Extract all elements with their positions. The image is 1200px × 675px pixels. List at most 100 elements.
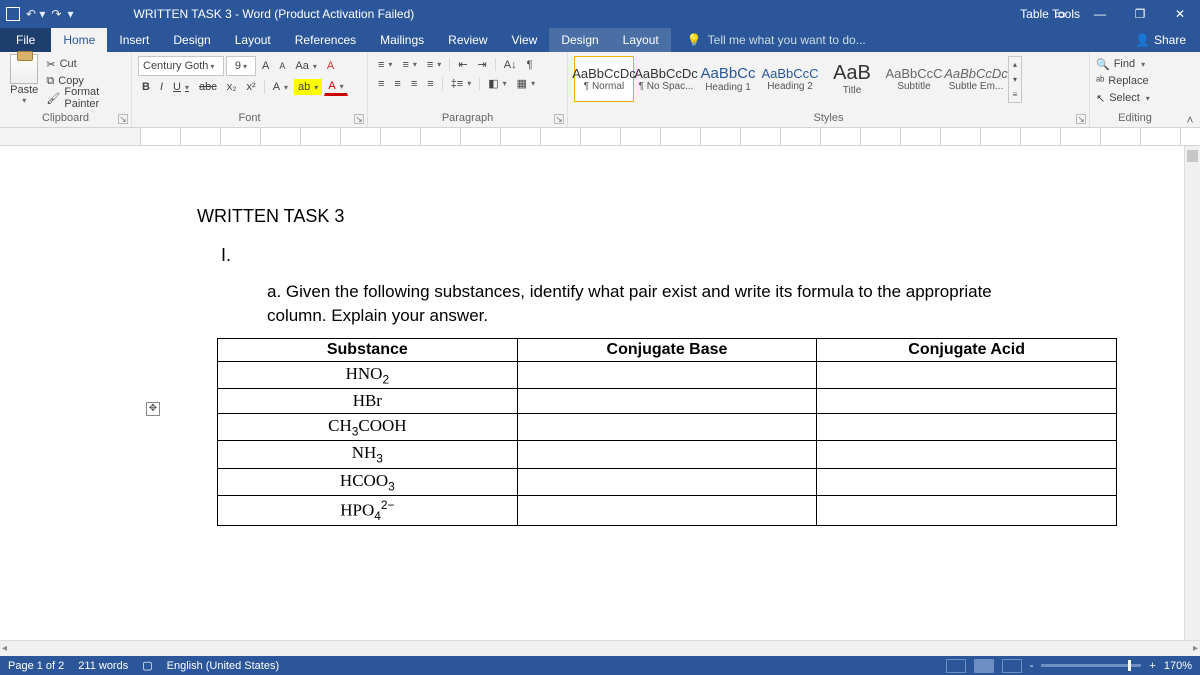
style-subtle-em[interactable]: AaBbCcDcSubtle Em...: [946, 56, 1006, 102]
tab-design[interactable]: Design: [161, 28, 222, 52]
cell[interactable]: [817, 388, 1117, 413]
cell[interactable]: [517, 468, 817, 495]
tab-view[interactable]: View: [500, 28, 550, 52]
redo-icon[interactable]: ↷: [51, 7, 61, 21]
share-button[interactable]: 👤Share: [1121, 28, 1200, 52]
grow-font-button[interactable]: A: [258, 58, 273, 74]
styles-scroll[interactable]: ▴▾≡: [1008, 56, 1022, 103]
cut-button[interactable]: ✂Cut: [46, 56, 125, 72]
numbering-button[interactable]: ≡: [398, 56, 420, 73]
close-icon[interactable]: ✕: [1160, 0, 1200, 28]
table-move-handle[interactable]: ✥: [146, 402, 160, 416]
replace-button[interactable]: ᵃᵇReplace: [1096, 73, 1149, 89]
cell[interactable]: [817, 496, 1117, 526]
substance-table[interactable]: Substance Conjugate Base Conjugate Acid …: [217, 338, 1117, 527]
styles-dialog-launcher[interactable]: ↘: [1076, 114, 1086, 124]
align-center-button[interactable]: ≡: [390, 75, 404, 92]
horizontal-scrollbar[interactable]: ◂▸: [0, 640, 1200, 656]
cell[interactable]: [817, 468, 1117, 495]
zoom-slider[interactable]: [1041, 664, 1141, 667]
text-effects-button[interactable]: A: [269, 79, 292, 95]
cell[interactable]: [517, 441, 817, 468]
subscript-button[interactable]: x₂: [223, 79, 241, 95]
dec-indent-button[interactable]: ⇤: [454, 56, 471, 73]
ribbon-opts-icon[interactable]: ▭: [1040, 0, 1080, 28]
restore-icon[interactable]: ❐: [1120, 0, 1160, 28]
multilevel-button[interactable]: ≡: [423, 56, 445, 73]
font-family-combo[interactable]: Century Goth: [138, 56, 224, 76]
zoom-in-button[interactable]: +: [1149, 660, 1155, 672]
read-mode-button[interactable]: [946, 659, 966, 673]
superscript-button[interactable]: x²: [243, 79, 260, 95]
vertical-scrollbar[interactable]: [1184, 146, 1200, 656]
bullets-button[interactable]: ≡: [374, 56, 396, 73]
save-icon[interactable]: [6, 7, 20, 21]
cell-sub-6[interactable]: HPO42−: [218, 496, 518, 526]
minimize-icon[interactable]: —: [1080, 0, 1120, 28]
tab-table-layout[interactable]: Layout: [611, 28, 671, 52]
cell-sub-4[interactable]: NH3: [218, 441, 518, 468]
underline-button[interactable]: U: [169, 79, 193, 95]
tab-mailings[interactable]: Mailings: [368, 28, 436, 52]
tab-layout[interactable]: Layout: [223, 28, 283, 52]
style-normal[interactable]: AaBbCcDc¶ Normal: [574, 56, 634, 102]
styles-gallery[interactable]: AaBbCcDc¶ Normal AaBbCcDc¶ No Spac... Aa…: [574, 56, 1022, 103]
highlight-button[interactable]: ab: [294, 79, 322, 95]
cell[interactable]: [817, 361, 1117, 388]
style-heading2[interactable]: AaBbCcCHeading 2: [760, 56, 820, 102]
tab-insert[interactable]: Insert: [107, 28, 161, 52]
zoom-out-button[interactable]: -: [1030, 660, 1034, 672]
show-marks-button[interactable]: ¶: [523, 56, 537, 73]
select-button[interactable]: ↖Select: [1096, 90, 1150, 106]
cell[interactable]: [817, 413, 1117, 440]
web-layout-button[interactable]: [1002, 659, 1022, 673]
tab-table-design[interactable]: Design: [549, 28, 610, 52]
tab-review[interactable]: Review: [436, 28, 499, 52]
cell-sub-2[interactable]: HBr: [218, 388, 518, 413]
line-spacing-button[interactable]: ‡≡: [447, 75, 476, 92]
sort-button[interactable]: A↓: [500, 56, 521, 73]
horizontal-ruler[interactable]: [0, 128, 1200, 146]
justify-button[interactable]: ≡: [423, 75, 437, 92]
strike-button[interactable]: abc: [195, 79, 221, 95]
shrink-font-button[interactable]: A: [275, 59, 289, 73]
status-words[interactable]: 211 words: [78, 660, 128, 672]
find-button[interactable]: 🔍Find: [1096, 56, 1145, 72]
print-layout-button[interactable]: [974, 659, 994, 673]
tell-me-search[interactable]: 💡Tell me what you want to do...: [671, 28, 866, 52]
font-size-combo[interactable]: 9: [226, 56, 256, 76]
cell[interactable]: [517, 496, 817, 526]
cell[interactable]: [517, 361, 817, 388]
undo-icon[interactable]: ↶ ▾: [26, 7, 45, 21]
style-nospacing[interactable]: AaBbCcDc¶ No Spac...: [636, 56, 696, 102]
font-color-button[interactable]: A: [324, 78, 347, 96]
align-right-button[interactable]: ≡: [407, 75, 421, 92]
spellcheck-icon[interactable]: ▢: [142, 659, 152, 672]
inc-indent-button[interactable]: ⇥: [474, 56, 491, 73]
cell-sub-3[interactable]: CH3COOH: [218, 413, 518, 440]
tab-file[interactable]: File: [0, 28, 51, 52]
style-heading1[interactable]: AaBbCcHeading 1: [698, 56, 758, 102]
clipboard-dialog-launcher[interactable]: ↘: [118, 114, 128, 124]
clear-format-button[interactable]: A: [323, 58, 338, 74]
cell-sub-1[interactable]: HNO2: [218, 361, 518, 388]
zoom-level[interactable]: 170%: [1164, 660, 1192, 672]
collapse-ribbon-button[interactable]: ˄: [1180, 52, 1200, 127]
paragraph-dialog-launcher[interactable]: ↘: [554, 114, 564, 124]
cell[interactable]: [517, 388, 817, 413]
tab-references[interactable]: References: [283, 28, 368, 52]
status-language[interactable]: English (United States): [167, 660, 280, 672]
paste-button[interactable]: Paste ▾: [6, 54, 42, 105]
align-left-button[interactable]: ≡: [374, 75, 388, 92]
style-title[interactable]: AaBTitle: [822, 56, 882, 102]
tab-home[interactable]: Home: [51, 28, 107, 52]
change-case-button[interactable]: Aa: [291, 58, 320, 74]
document-canvas[interactable]: WRITTEN TASK 3 I. a. Given the following…: [0, 146, 1184, 640]
style-subtitle[interactable]: AaBbCcCSubtitle: [884, 56, 944, 102]
borders-button[interactable]: ▦: [513, 75, 539, 92]
font-dialog-launcher[interactable]: ↘: [354, 114, 364, 124]
status-page[interactable]: Page 1 of 2: [8, 660, 64, 672]
bold-button[interactable]: B: [138, 79, 154, 95]
qat-more-icon[interactable]: ▾: [67, 7, 73, 21]
cell[interactable]: [517, 413, 817, 440]
